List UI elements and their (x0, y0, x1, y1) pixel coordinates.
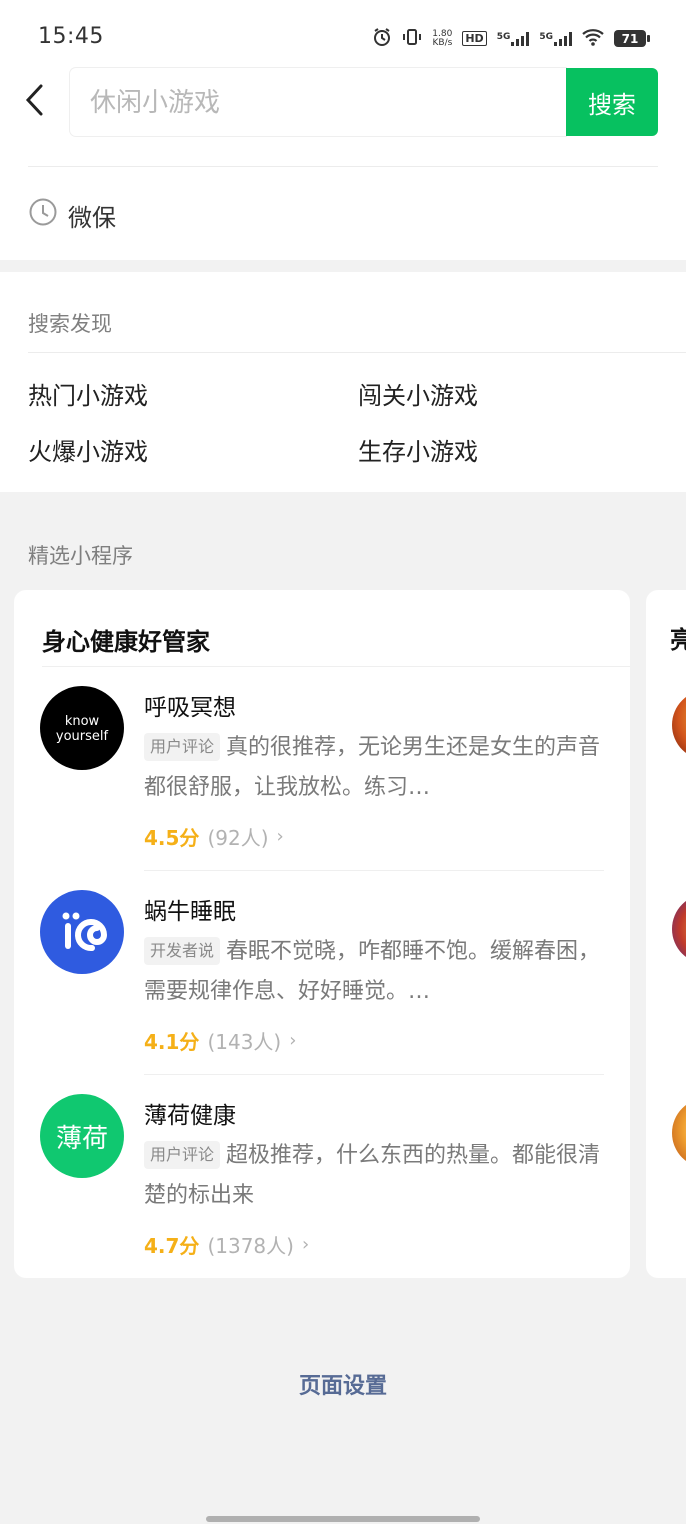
chevron-right-icon: › (301, 1234, 310, 1255)
app-rating: 4.1分 (143人) › (144, 1026, 296, 1055)
section-title: 搜索发现 (28, 312, 112, 336)
app-logo (672, 690, 686, 760)
search-header: 搜索 (0, 60, 686, 144)
divider (28, 352, 686, 353)
app-logo: 薄荷 (40, 1094, 124, 1178)
chevron-right-icon: › (276, 826, 284, 847)
app-name: 呼吸冥想 (144, 695, 236, 721)
review-tag: 用户评论 (144, 733, 221, 761)
rating-count: (92人) (207, 826, 269, 850)
discover-item[interactable]: 闯关小游戏 (358, 376, 478, 411)
alarm-icon (372, 27, 392, 50)
rating-score: 4.5分 (144, 826, 200, 850)
app-rating: 4.7分 (1378人) › (144, 1230, 309, 1259)
chevron-right-icon: › (289, 1030, 297, 1051)
app-description: 用户评论 真的很推荐，无论男生还是女生的声音都很舒服，让我放松。练习… (144, 728, 604, 808)
discover-item[interactable]: 生存小游戏 (358, 432, 478, 467)
sim2-label: 5G (539, 31, 553, 42)
mini-program-item[interactable]: know yourself 呼吸冥想 用户评论 真的很推荐，无论男生还是女生的声音… (14, 686, 630, 866)
app-logo (672, 894, 686, 964)
app-name: 薄荷健康 (144, 1103, 236, 1129)
status-time: 15:45 (38, 24, 104, 49)
search-discover-section: 搜索发现 热门小游戏 闯关小游戏 火爆小游戏 生存小游戏 (0, 272, 686, 492)
history-item[interactable]: 微保 (28, 194, 116, 236)
net-speed-unit: KB/s (432, 37, 453, 48)
rating-count: (1378人) (207, 1234, 294, 1258)
rating-score: 4.7分 (144, 1234, 200, 1258)
app-logo (672, 1098, 686, 1168)
app-rating: 4.5分 (92人) › (144, 822, 284, 851)
search-box (70, 68, 566, 138)
divider (42, 666, 630, 667)
app-name: 蜗牛睡眠 (144, 899, 236, 925)
mini-program-item[interactable]: 蜗牛睡眠 开发者说 春眠不觉晓，咋都睡不饱。缓解春困，需要规律作息、好好睡觉。… … (14, 890, 630, 1070)
status-icons: 1.80 KB/s HD 5G 5G 71 (372, 27, 650, 50)
signal-icon: 5G (496, 31, 530, 46)
developer-tag: 开发者说 (144, 937, 221, 965)
card-title: 身心健康好管家 (42, 628, 210, 656)
signal-icon-2: 5G (539, 31, 572, 46)
featured-card[interactable]: 身心健康好管家 know yourself 呼吸冥想 用户评论 真的很推荐，无论男… (14, 590, 630, 1278)
card-title-partial: 亮 (670, 626, 686, 654)
logo-text-line: know (65, 714, 100, 729)
home-indicator[interactable] (206, 1516, 480, 1522)
back-button[interactable] (14, 80, 54, 124)
logo-text: 薄荷 (55, 1123, 108, 1154)
divider (28, 166, 658, 167)
divider (144, 870, 604, 871)
featured-card-next[interactable]: 亮 (646, 590, 686, 1278)
hd-icon: HD (462, 31, 487, 46)
rating-score: 4.1分 (144, 1030, 200, 1054)
app-description: 开发者说 春眠不觉晓，咋都睡不饱。缓解春困，需要规律作息、好好睡觉。… (144, 932, 604, 1012)
app-description: 用户评论 超极推荐，什么东西的热量。都能很清楚的标出来 (144, 1136, 604, 1216)
section-title: 精选小程序 (28, 544, 133, 568)
history-item-label: 微保 (68, 203, 116, 232)
app-logo (40, 890, 124, 974)
search-button[interactable]: 搜索 (566, 68, 658, 136)
discover-item[interactable]: 火爆小游戏 (28, 432, 148, 467)
discover-item[interactable]: 热门小游戏 (28, 376, 148, 411)
search-input[interactable] (88, 68, 552, 138)
clock-icon (28, 197, 58, 233)
sim1-label: 5G (496, 31, 511, 42)
review-tag: 用户评论 (144, 1141, 221, 1169)
chevron-left-icon (23, 83, 45, 121)
mini-program-item[interactable]: 薄荷 薄荷健康 用户评论 超极推荐，什么东西的热量。都能很清楚的标出来 4.7分 … (14, 1094, 630, 1274)
divider (144, 1074, 604, 1075)
rating-count: (143人) (207, 1030, 282, 1054)
page-settings-link[interactable]: 页面设置 (0, 1368, 686, 1400)
app-logo: know yourself (40, 686, 124, 770)
search-history: 微保 (0, 144, 686, 260)
net-speed: 1.80 KB/s (432, 29, 453, 48)
vibrate-icon (402, 27, 422, 50)
logo-text-line: yourself (56, 729, 109, 744)
battery-icon: 71 (614, 30, 650, 47)
wifi-icon (582, 28, 604, 49)
